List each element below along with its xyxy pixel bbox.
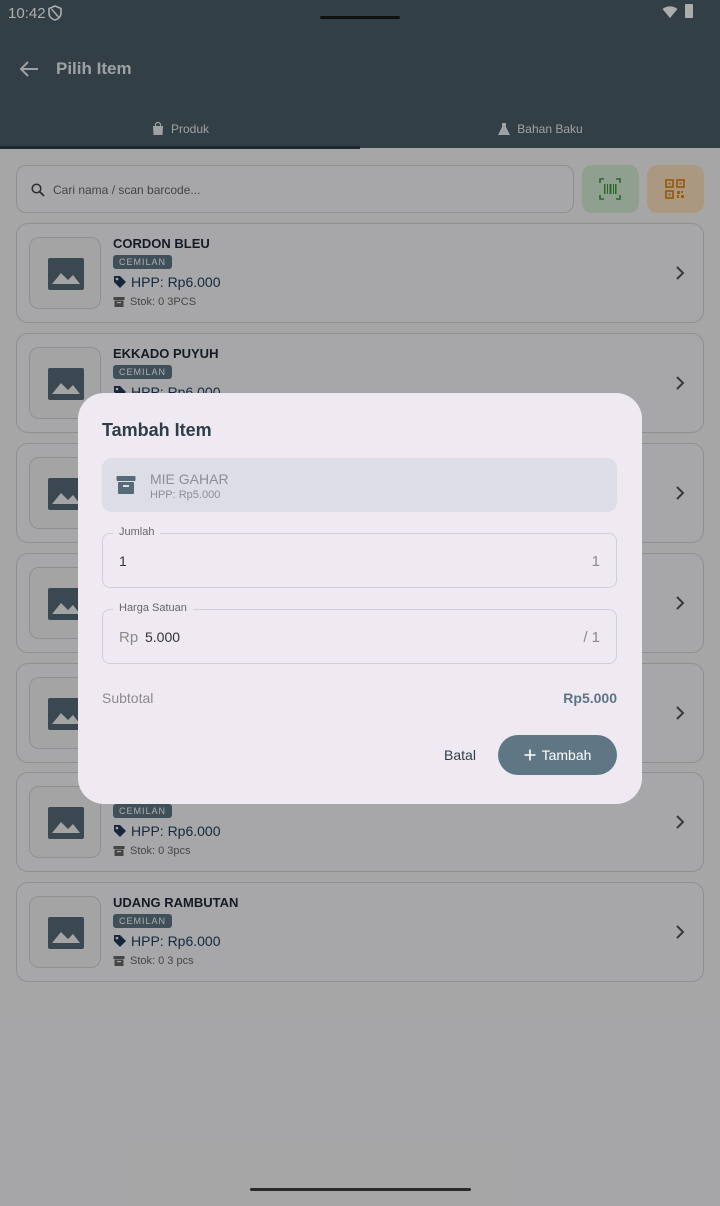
unit-price-label: Harga Satuan <box>113 602 193 614</box>
unit-price-field[interactable]: Harga Satuan Rp 5.000 / 1 <box>102 602 617 664</box>
quantity-value[interactable]: 1 <box>119 553 127 569</box>
gesture-nav-bar[interactable] <box>250 1188 471 1191</box>
subtotal-value: Rp5.000 <box>563 690 617 706</box>
add-button[interactable]: Tambah <box>498 735 617 775</box>
subtotal-label: Subtotal <box>102 690 154 706</box>
selected-item-hpp: HPP: Rp5.000 <box>150 489 221 501</box>
unit-price-suffix: / 1 <box>583 629 600 646</box>
add-button-label: Tambah <box>541 747 592 763</box>
selected-item-name: MIE GAHAR <box>150 471 229 487</box>
quantity-label: Jumlah <box>113 526 161 538</box>
add-item-dialog: Tambah Item MIE GAHAR HPP: Rp5.000 Jumla… <box>78 393 642 804</box>
cancel-button[interactable]: Batal <box>436 735 484 775</box>
archive-icon <box>116 476 136 494</box>
quantity-suffix: 1 <box>591 553 600 570</box>
selected-item: MIE GAHAR HPP: Rp5.000 <box>102 458 617 512</box>
currency-prefix: Rp <box>119 629 139 646</box>
dialog-title: Tambah Item <box>102 420 212 440</box>
plus-icon <box>524 749 536 761</box>
quantity-field[interactable]: Jumlah 1 1 <box>102 526 617 588</box>
unit-price-value[interactable]: 5.000 <box>145 629 180 645</box>
